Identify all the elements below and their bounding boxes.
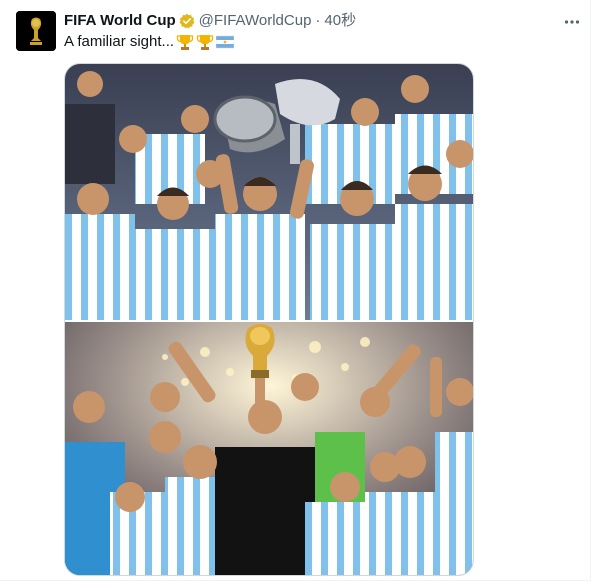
- tweet-body: A familiar sight...: [64, 33, 175, 50]
- argentina-flag-icon: [215, 33, 235, 51]
- user-handle[interactable]: @FIFAWorldCup: [199, 11, 312, 31]
- tweet-header: FIFA World Cup @FIFAWorldCup · 40秒: [64, 11, 356, 31]
- team-celebration-photo[interactable]: [65, 64, 473, 320]
- display-name[interactable]: FIFA World Cup: [64, 11, 176, 31]
- tweet-text: A familiar sight...: [64, 32, 235, 52]
- separator-dot: ·: [315, 12, 321, 29]
- fifa-logo-icon: [16, 11, 56, 51]
- avatar[interactable]: [16, 11, 56, 51]
- trophy-emoji-icon: [176, 33, 194, 51]
- verified-badge-icon: [179, 13, 195, 29]
- more-options-button[interactable]: [562, 12, 582, 32]
- trophy-emoji-icon: [196, 33, 214, 51]
- more-horizontal-icon: [564, 20, 580, 24]
- world-cup-trophy-photo[interactable]: [65, 322, 473, 575]
- tweet-card[interactable]: FIFA World Cup @FIFAWorldCup · 40秒 A fam…: [0, 0, 591, 581]
- media-grid[interactable]: [64, 63, 474, 576]
- timestamp[interactable]: 40秒: [324, 11, 356, 31]
